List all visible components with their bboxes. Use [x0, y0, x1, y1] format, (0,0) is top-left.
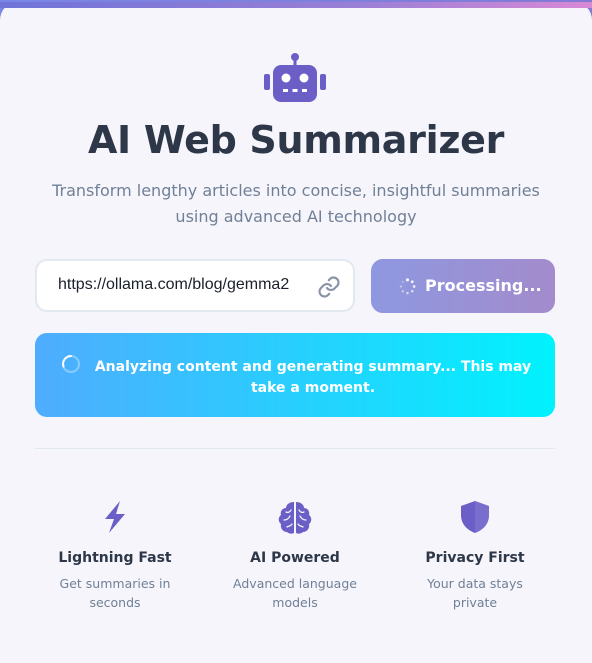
feature-description-line: Get summaries in [59, 576, 171, 591]
top-accent-bar [0, 2, 592, 8]
summarizer-card: AI Web Summarizer Transform lengthy arti… [0, 2, 592, 663]
feature-privacy-first: Privacy First Your data stays private [395, 498, 555, 612]
loading-spinner-icon [399, 278, 416, 295]
feature-description-line: Your data stays [427, 576, 523, 591]
feature-description: Your data stays private [395, 574, 555, 612]
shield-icon [461, 501, 489, 533]
feature-description-line: models [272, 595, 318, 610]
feature-description-line: seconds [89, 595, 141, 610]
summarize-button-label: Processing... [425, 276, 542, 295]
lightning-icon [105, 501, 125, 533]
section-divider [35, 448, 555, 449]
feature-description: Get summaries in seconds [35, 574, 195, 612]
feature-description-line: private [452, 595, 498, 610]
feature-title: Lightning Fast [58, 550, 172, 566]
summarize-button[interactable]: Processing... [371, 259, 555, 313]
page-subtitle: Transform lengthy articles into concise,… [52, 181, 540, 226]
url-input-value[interactable]: https://ollama.com/blog/gemma2 [58, 276, 289, 294]
feature-title: Privacy First [425, 550, 525, 566]
feature-lightning-fast: Lightning Fast Get summaries in seconds [35, 498, 195, 612]
robot-icon [264, 53, 326, 102]
feature-title: AI Powered [250, 550, 340, 566]
url-input[interactable]: https://ollama.com/blog/gemma2 [35, 259, 355, 312]
status-banner: Analyzing content and generating summary… [35, 333, 555, 417]
page-title: AI Web Summarizer [87, 118, 505, 162]
brain-icon [278, 502, 312, 534]
loading-spinner-icon [62, 355, 80, 373]
feature-description-line: Advanced language [233, 576, 357, 591]
feature-ai-powered: AI Powered Advanced language models [215, 498, 375, 612]
feature-description: Advanced language models [215, 574, 375, 612]
link-icon [318, 276, 340, 298]
status-message: Analyzing content and generating summary… [94, 359, 532, 396]
